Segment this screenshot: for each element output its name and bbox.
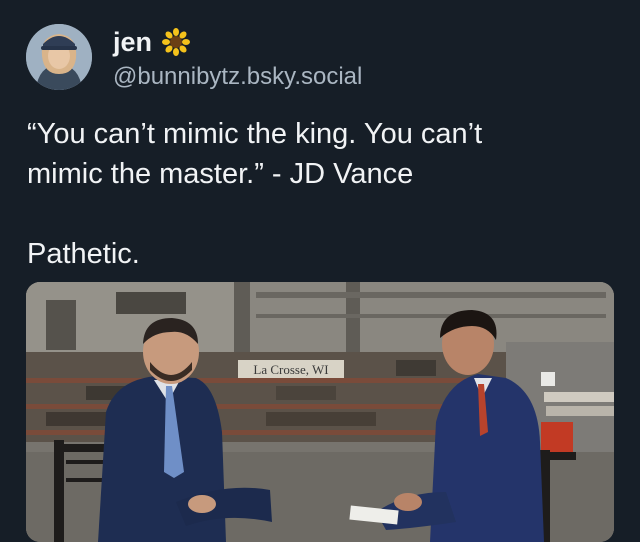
location-sign-text: La Crosse, WI (253, 362, 328, 377)
post-text: “You can’t mimic the king. You can’t mim… (27, 114, 617, 274)
author-handle[interactable]: @bunnibytz.bsky.social (113, 62, 362, 92)
post-text-paragraph-2: Pathetic. (27, 238, 140, 270)
sunflower-icon (162, 28, 191, 56)
avatar-photo-icon (26, 24, 92, 90)
post-media-image[interactable]: La Crosse, WI (26, 282, 614, 542)
post-text-line-2: mimic the master.” - JD Vance (27, 158, 414, 190)
author-avatar[interactable] (26, 24, 92, 90)
post: jen @bunnibytz.bsky.social “You can’t mi… (0, 0, 640, 542)
author-display-name-row[interactable]: jen (113, 26, 191, 58)
interview-scene: La Crosse, WI (26, 282, 614, 542)
author-display-name[interactable]: jen (113, 26, 152, 58)
post-text-line-1: “You can’t mimic the king. You can’t (27, 118, 483, 150)
